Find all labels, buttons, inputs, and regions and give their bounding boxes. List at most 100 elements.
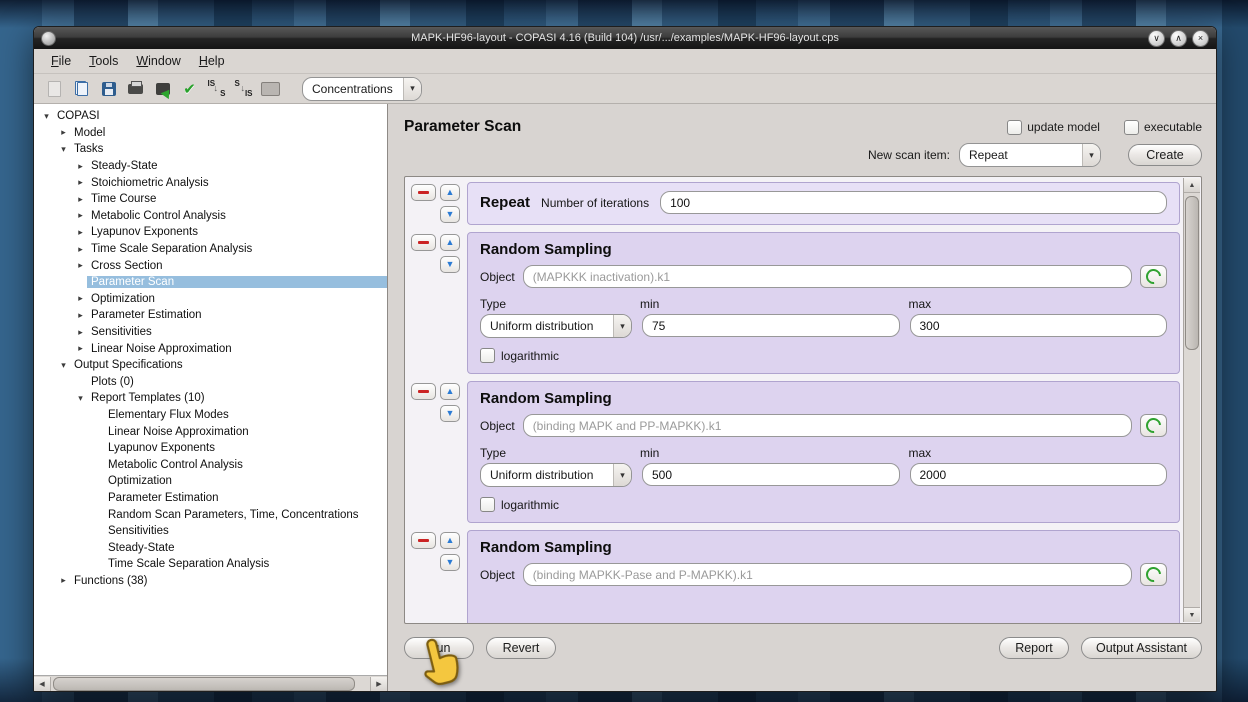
collapse-arrow-icon[interactable]: ▾: [74, 393, 87, 404]
min-input[interactable]: [642, 314, 900, 337]
remove-item-button[interactable]: [411, 383, 436, 400]
move-down-button[interactable]: ▼: [440, 554, 460, 571]
open-file-button[interactable]: [70, 77, 93, 100]
window-titlebar[interactable]: MAPK-HF96-layout - COPASI 4.16 (Build 10…: [34, 27, 1216, 49]
output-assistant-button[interactable]: Output Assistant: [1081, 637, 1202, 659]
distribution-dropdown[interactable]: Uniform distribution ▾: [480, 314, 632, 338]
tree-item-model[interactable]: ▸Model: [34, 125, 387, 142]
tree-item-linear-noise-approximation[interactable]: Linear Noise Approximation: [34, 423, 387, 440]
specific-to-intensive-button[interactable]: S↓IS: [232, 77, 255, 100]
logarithmic-checkbox[interactable]: [480, 497, 495, 512]
expand-arrow-icon[interactable]: ▸: [74, 244, 87, 255]
expand-arrow-icon[interactable]: ▸: [74, 161, 87, 172]
menu-tools[interactable]: Tools: [80, 52, 127, 70]
apply-button[interactable]: ✔: [178, 77, 201, 100]
expand-arrow-icon[interactable]: ▸: [74, 260, 87, 271]
object-input[interactable]: [523, 265, 1132, 288]
tree-item-metabolic-control-analysis[interactable]: Metabolic Control Analysis: [34, 456, 387, 473]
object-input[interactable]: [523, 563, 1132, 586]
move-up-button[interactable]: ▲: [440, 383, 460, 400]
tree-item-time-scale-separation-analysis[interactable]: Time Scale Separation Analysis: [34, 556, 387, 573]
tree-item-stoichiometric-analysis[interactable]: ▸Stoichiometric Analysis: [34, 174, 387, 191]
scrollbar-thumb[interactable]: [53, 677, 355, 691]
collapse-arrow-icon[interactable]: ▾: [57, 360, 70, 371]
tree-item-output-specifications[interactable]: ▾Output Specifications: [34, 357, 387, 374]
close-button[interactable]: ×: [1192, 30, 1209, 47]
expand-arrow-icon[interactable]: ▸: [74, 327, 87, 338]
tree-item-optimization[interactable]: ▸Optimization: [34, 291, 387, 308]
create-button[interactable]: Create: [1128, 144, 1202, 166]
tree-item-time-course[interactable]: ▸Time Course: [34, 191, 387, 208]
scroll-left-icon[interactable]: ◀: [34, 677, 51, 691]
collapse-arrow-icon[interactable]: ▾: [57, 144, 70, 155]
tree-item-report-templates-10[interactable]: ▾Report Templates (10): [34, 390, 387, 407]
object-input[interactable]: [523, 414, 1132, 437]
logarithmic-checkbox[interactable]: [480, 348, 495, 363]
select-object-button[interactable]: [1140, 414, 1167, 437]
tree-item-copasi[interactable]: ▾COPASI: [34, 108, 387, 125]
move-down-button[interactable]: ▼: [440, 206, 460, 223]
expand-arrow-icon[interactable]: ▸: [74, 343, 87, 354]
tree-item-parameter-estimation[interactable]: ▸Parameter Estimation: [34, 307, 387, 324]
save-button[interactable]: [97, 77, 120, 100]
new-scan-item-dropdown[interactable]: Repeat ▾: [959, 143, 1101, 167]
tree-item-steady-state[interactable]: Steady-State: [34, 539, 387, 556]
print-button[interactable]: [124, 77, 147, 100]
tree-item-optimization[interactable]: Optimization: [34, 473, 387, 490]
collapse-arrow-icon[interactable]: ▾: [40, 111, 53, 122]
move-up-button[interactable]: ▲: [440, 234, 460, 251]
new-file-button[interactable]: [43, 77, 66, 100]
tree-item-tasks[interactable]: ▾Tasks: [34, 141, 387, 158]
view-mode-dropdown[interactable]: Concentrations ▾: [302, 77, 422, 101]
tree-item-sensitivities[interactable]: Sensitivities: [34, 523, 387, 540]
move-down-button[interactable]: ▼: [440, 256, 460, 273]
move-down-button[interactable]: ▼: [440, 405, 460, 422]
expand-arrow-icon[interactable]: ▸: [74, 177, 87, 188]
minimize-button[interactable]: ∨: [1148, 30, 1165, 47]
tree-horizontal-scrollbar[interactable]: ◀ ▶: [34, 675, 387, 691]
select-object-button[interactable]: [1140, 563, 1167, 586]
remove-item-button[interactable]: [411, 184, 436, 201]
expand-arrow-icon[interactable]: ▸: [74, 293, 87, 304]
expand-arrow-icon[interactable]: ▸: [57, 575, 70, 586]
tree-item-cross-section[interactable]: ▸Cross Section: [34, 257, 387, 274]
intensive-to-specific-button[interactable]: IS↓S: [205, 77, 228, 100]
tree-item-steady-state[interactable]: ▸Steady-State: [34, 158, 387, 175]
tree-item-lyapunov-exponents[interactable]: Lyapunov Exponents: [34, 440, 387, 457]
tree-item-functions-38[interactable]: ▸Functions (38): [34, 573, 387, 590]
remove-item-button[interactable]: [411, 532, 436, 549]
move-up-button[interactable]: ▲: [440, 532, 460, 549]
tree-item-parameter-scan[interactable]: Parameter Scan: [34, 274, 387, 291]
scroll-up-icon[interactable]: ▲: [1184, 178, 1200, 193]
expand-arrow-icon[interactable]: ▸: [57, 127, 70, 138]
min-input[interactable]: [642, 463, 900, 486]
revert-button[interactable]: Revert: [486, 637, 556, 659]
maximize-button[interactable]: ∧: [1170, 30, 1187, 47]
move-up-button[interactable]: ▲: [440, 184, 460, 201]
expand-arrow-icon[interactable]: ▸: [74, 310, 87, 321]
tree-item-sensitivities[interactable]: ▸Sensitivities: [34, 324, 387, 341]
expand-arrow-icon[interactable]: ▸: [74, 210, 87, 221]
tree-item-lyapunov-exponents[interactable]: ▸Lyapunov Exponents: [34, 224, 387, 241]
tree-item-metabolic-control-analysis[interactable]: ▸Metabolic Control Analysis: [34, 208, 387, 225]
scroll-down-icon[interactable]: ▼: [1184, 607, 1200, 622]
scroll-right-icon[interactable]: ▶: [370, 677, 387, 691]
tree-item-elementary-flux-modes[interactable]: Elementary Flux Modes: [34, 407, 387, 424]
select-object-button[interactable]: [1140, 265, 1167, 288]
tree-item-parameter-estimation[interactable]: Parameter Estimation: [34, 490, 387, 507]
report-button[interactable]: Report: [999, 637, 1069, 659]
tree-item-random-scan-parameters-time-concentrations[interactable]: Random Scan Parameters, Time, Concentrat…: [34, 506, 387, 523]
iterations-input[interactable]: [660, 191, 1167, 214]
menu-window[interactable]: Window: [127, 52, 189, 70]
tree-item-plots-0[interactable]: Plots (0): [34, 374, 387, 391]
max-input[interactable]: [910, 314, 1168, 337]
max-input[interactable]: [910, 463, 1168, 486]
update-button[interactable]: [151, 77, 174, 100]
scrollbar-thumb[interactable]: [1185, 196, 1199, 350]
menu-help[interactable]: Help: [190, 52, 234, 70]
expand-arrow-icon[interactable]: ▸: [74, 194, 87, 205]
tree-item-time-scale-separation-analysis[interactable]: ▸Time Scale Separation Analysis: [34, 241, 387, 258]
tree-item-linear-noise-approximation[interactable]: ▸Linear Noise Approximation: [34, 340, 387, 357]
scan-vertical-scrollbar[interactable]: ▲ ▼: [1183, 178, 1200, 622]
distribution-dropdown[interactable]: Uniform distribution ▾: [480, 463, 632, 487]
